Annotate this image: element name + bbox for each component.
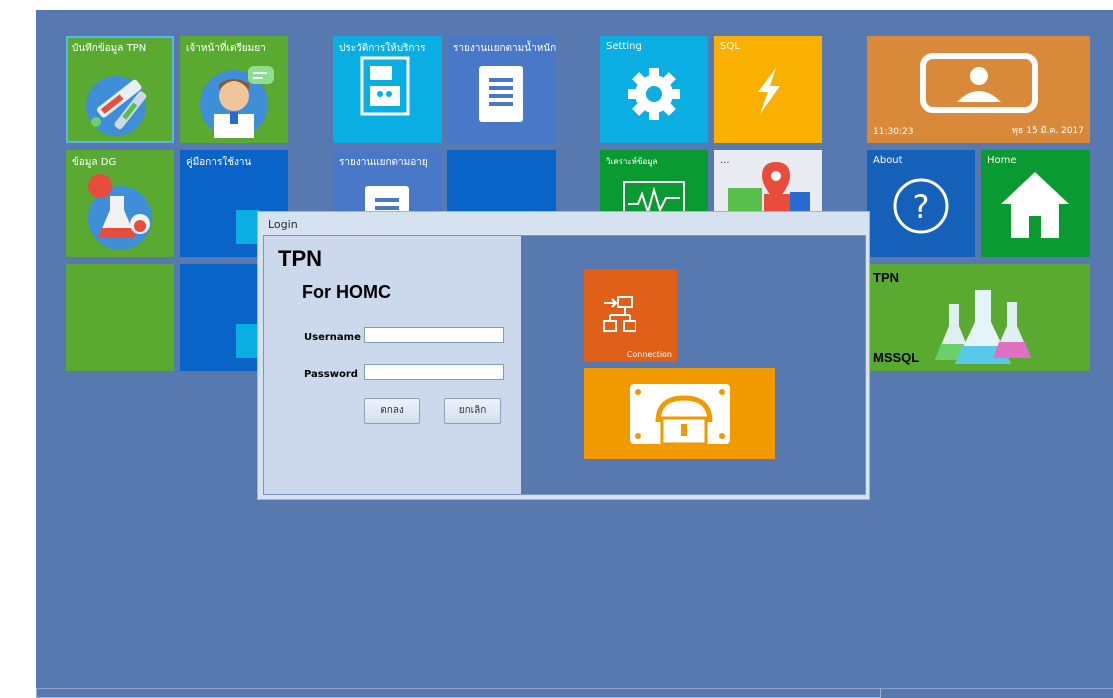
connection-tile[interactable]: Connection (584, 269, 677, 362)
tile-tpn-record[interactable]: บันทึกข้อมูล TPN (66, 36, 174, 143)
lock-icon (630, 384, 730, 446)
tile-setting[interactable]: Setting (600, 36, 708, 143)
tile-label: SQL (720, 41, 740, 52)
tile-label: บันทึกข้อมูล TPN (72, 43, 147, 54)
tile-dg-data[interactable]: ข้อมูล DG (66, 150, 174, 257)
ok-button[interactable]: ตกลง (364, 398, 420, 424)
tile-label: เจ้าหน้าที่เตรียมยา (186, 43, 266, 54)
tile-pharmacist[interactable]: เจ้าหน้าที่เตรียมยา (180, 36, 288, 143)
tile-top-label: TPN (873, 270, 899, 285)
tile-about[interactable]: About ? (867, 150, 975, 257)
login-dialog: Login TPN For HOMC Username Password ตกล… (257, 211, 870, 500)
clock-time: 11:30:23 (873, 127, 914, 137)
cancel-button[interactable]: ยกเลิก (444, 398, 501, 424)
flask-icon (88, 174, 152, 250)
tile-clock[interactable]: 11:30:23 พุธ 15 มี.ค. 2017 (867, 36, 1090, 143)
help-icon: ? (893, 178, 949, 234)
username-field[interactable] (364, 327, 504, 343)
login-form: TPN For HOMC Username Password ตกลง ยกเล… (264, 236, 521, 494)
tile-label: รายงานแยกตามอายุ (339, 157, 428, 168)
clock-date: พุธ 15 มี.ค. 2017 (1011, 126, 1084, 136)
dialog-title: Login (268, 218, 298, 231)
tile-sql[interactable]: SQL (714, 36, 822, 143)
user-card-icon (920, 53, 1038, 113)
tile-report-weight[interactable]: รายงานแยกตามน้ำหนัก (447, 36, 556, 143)
tile-tpn-mssql[interactable]: TPN MSSQL (867, 264, 1090, 371)
password-label: Password (304, 369, 358, 380)
app-subheading: For HOMC (302, 282, 391, 302)
username-label: Username (304, 332, 361, 343)
app-heading: TPN (278, 246, 322, 271)
tile-blank-green[interactable] (66, 264, 174, 371)
dialog-body: TPN For HOMC Username Password ตกลง ยกเล… (263, 235, 866, 495)
tile-label: About (873, 155, 903, 166)
connection-caption: Connection (626, 350, 672, 359)
tile-label: วิเคราะห์ข้อมูล (606, 157, 658, 166)
tile-label: คู่มือการใช้งาน (186, 157, 252, 168)
svg-text:?: ? (913, 188, 930, 226)
tile-service-history[interactable]: ประวัติการให้บริการ (333, 36, 442, 143)
home-icon (1001, 172, 1069, 238)
password-field[interactable] (364, 364, 504, 380)
tile-label: ประวัติการให้บริการ (339, 43, 426, 54)
doctor-icon (200, 66, 274, 138)
tile-home[interactable]: Home (981, 150, 1090, 257)
syringe-icon (86, 76, 147, 136)
tile-bottom-label: MSSQL (873, 350, 920, 365)
document-icon (360, 56, 410, 116)
flasks-icon (935, 290, 1031, 364)
tile-label: Setting (606, 41, 642, 52)
tile-label: Home (987, 155, 1017, 166)
lightning-icon (758, 68, 780, 114)
lock-tile[interactable] (584, 368, 775, 459)
network-icon (603, 296, 636, 332)
gear-icon (628, 68, 680, 120)
tile-label: รายงานแยกตามน้ำหนัก (453, 43, 556, 54)
document-icon (479, 66, 523, 122)
